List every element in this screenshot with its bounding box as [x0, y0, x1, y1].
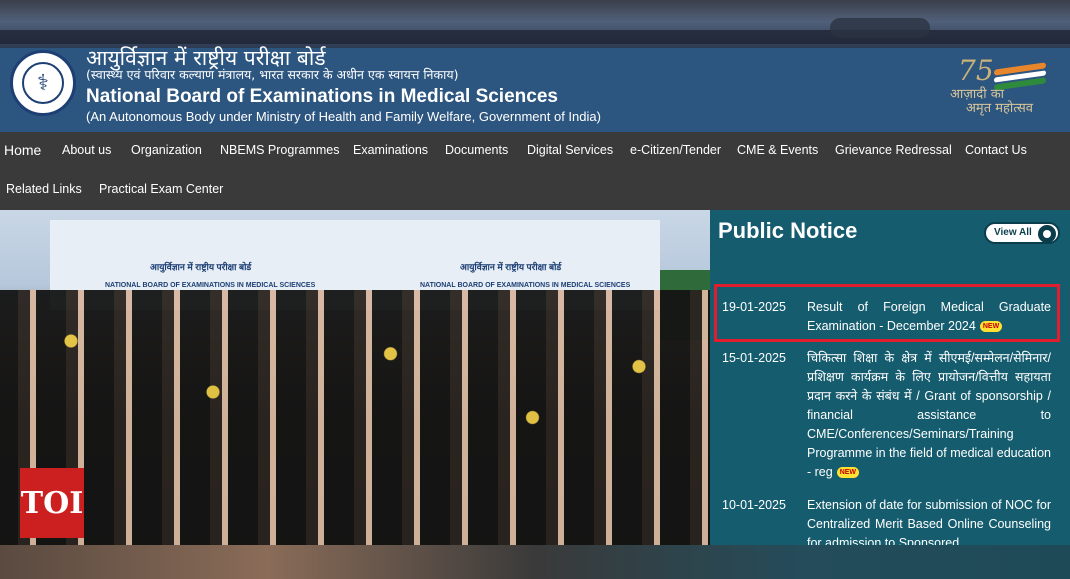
main-content: आयुर्विज्ञान में राष्ट्रीय परीक्षा बोर्ड…	[0, 210, 1070, 545]
view-all-label: View All	[994, 227, 1032, 238]
nav-e-citizen-tender[interactable]: e-Citizen/Tender	[630, 143, 721, 157]
nav-practical-exam-center[interactable]: Practical Exam Center	[99, 182, 223, 196]
public-notice-title: Public Notice	[718, 218, 858, 243]
azadi-number: 75	[958, 54, 994, 87]
banner-english-right: NATIONAL BOARD OF EXAMINATIONS IN MEDICA…	[420, 282, 631, 289]
circle-arrow-icon	[1038, 225, 1056, 243]
nav-about-us[interactable]: About us	[62, 143, 111, 157]
notice-date: 15-01-2025	[722, 351, 786, 365]
notice-date: 19-01-2025	[722, 300, 786, 314]
nav-organization[interactable]: Organization	[131, 143, 202, 157]
public-notice-panel: Public Notice View All 19-01-2025 Result…	[710, 210, 1070, 545]
nav-cme-events[interactable]: CME & Events	[737, 143, 818, 157]
main-nav: Home About us Organization NBEMS Program…	[0, 132, 1070, 210]
nav-examinations[interactable]: Examinations	[353, 143, 428, 157]
toi-watermark-logo: TOI	[20, 468, 84, 538]
banner-english-left: NATIONAL BOARD OF EXAMINATIONS IN MEDICA…	[105, 282, 316, 289]
notice-text[interactable]: चिकित्सा शिक्षा के क्षेत्र में सीएमई/सम्…	[807, 351, 1051, 479]
blurred-search-field	[830, 18, 930, 38]
notice-text[interactable]: Result of Foreign Medical Graduate Exami…	[807, 300, 1051, 333]
graduates-crowd	[0, 290, 710, 545]
notice-text-wrap[interactable]: चिकित्सा शिक्षा के क्षेत्र में सीएमई/सम्…	[807, 349, 1051, 482]
nav-documents[interactable]: Documents	[445, 143, 508, 157]
browser-top-blur	[0, 0, 1070, 48]
new-badge-icon: NEW	[836, 467, 860, 479]
azadi-ka-amrit-mahotsav-logo: 75 आज़ादी का अमृत महोत्सव	[948, 54, 1060, 116]
nav-nbems-programmes[interactable]: NBEMS Programmes	[220, 143, 339, 157]
view-all-button[interactable]: View All	[984, 222, 1060, 244]
nav-contact-us[interactable]: Contact Us	[965, 143, 1027, 157]
nav-digital-services[interactable]: Digital Services	[527, 143, 613, 157]
nav-home[interactable]: Home	[4, 142, 41, 158]
convocation-photo: आयुर्विज्ञान में राष्ट्रीय परीक्षा बोर्ड…	[0, 210, 710, 545]
screenshot-frame: ⚕ आयुर्विज्ञान में राष्ट्रीय परीक्षा बोर…	[0, 0, 1070, 579]
caduceus-icon: ⚕	[22, 62, 64, 104]
banner-hindi-right: आयुर्विज्ञान में राष्ट्रीय परीक्षा बोर्ड	[460, 262, 562, 272]
notice-date: 10-01-2025	[722, 498, 786, 512]
azadi-line2: अमृत महोत्सव	[966, 101, 1034, 116]
hindi-subtitle: (स्वास्थ्य एवं परिवार कल्याण मंत्रालय, भ…	[86, 67, 459, 82]
new-badge-icon: NEW	[979, 321, 1003, 333]
notice-text[interactable]: Extension of date for submission of NOC …	[807, 498, 1051, 545]
nav-grievance-redressal[interactable]: Grievance Redressal	[835, 143, 952, 157]
notice-text-wrap[interactable]: Result of Foreign Medical Graduate Exami…	[807, 298, 1051, 336]
nav-related-links[interactable]: Related Links	[6, 182, 82, 196]
notice-text-wrap[interactable]: Extension of date for submission of NOC …	[807, 496, 1051, 545]
english-subtitle: (An Autonomous Body under Ministry of He…	[86, 109, 601, 124]
banner-hindi-left: आयुर्विज्ञान में राष्ट्रीय परीक्षा बोर्ड	[150, 262, 252, 272]
nbems-logo[interactable]: ⚕	[10, 50, 76, 116]
english-title: National Board of Examinations in Medica…	[86, 86, 558, 107]
site-header: ⚕ आयुर्विज्ञान में राष्ट्रीय परीक्षा बोर…	[0, 46, 1070, 132]
browser-bottom-blur	[0, 545, 1070, 579]
